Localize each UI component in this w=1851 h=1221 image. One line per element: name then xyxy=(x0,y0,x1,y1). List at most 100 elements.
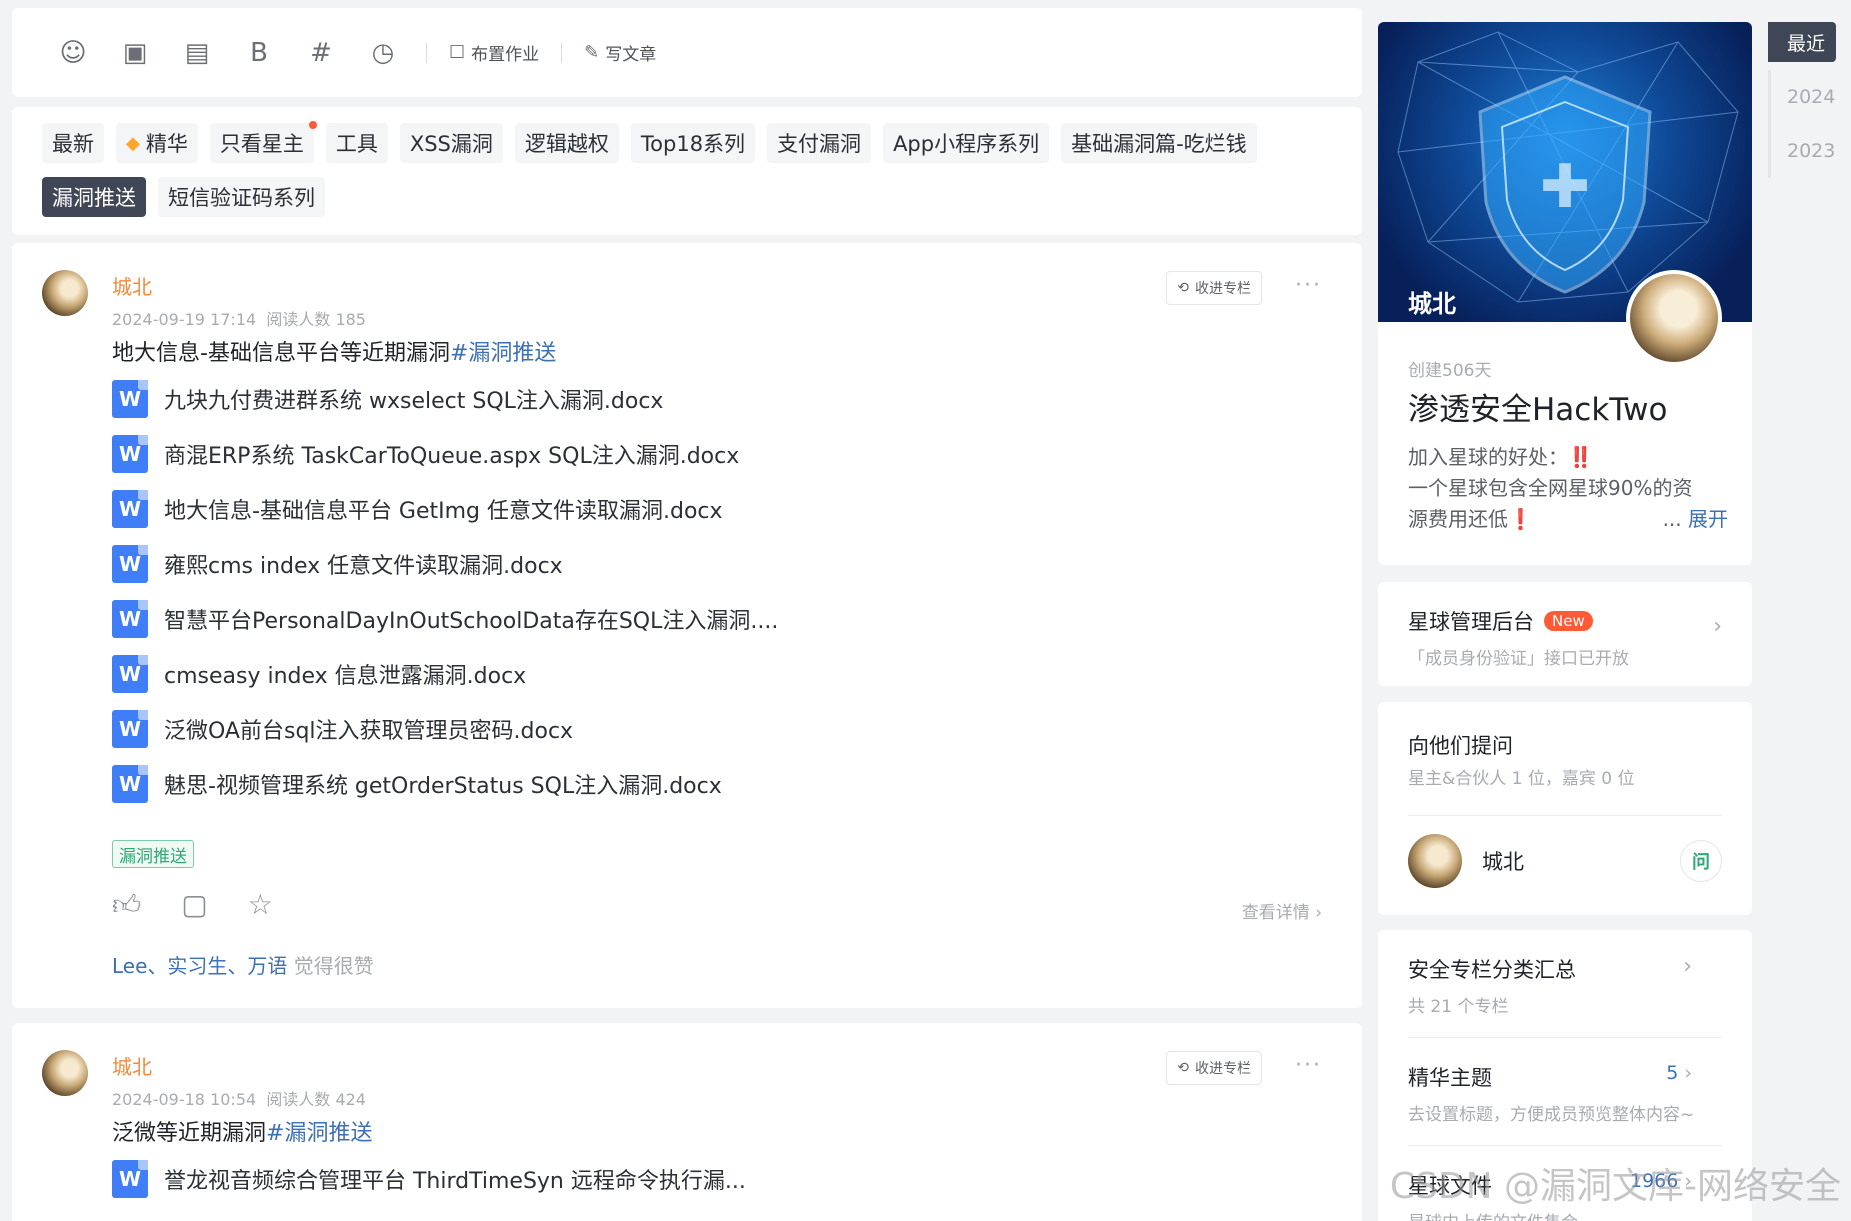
tag-basic[interactable]: 基础漏洞篇-吃烂钱 xyxy=(1061,123,1257,163)
title-text: 泛微等近期漏洞 xyxy=(112,1121,267,1146)
hashtag-link[interactable]: #漏洞推送 xyxy=(266,1121,372,1146)
collect-to-column-button[interactable]: ⟲ 收进专栏 xyxy=(1166,1051,1262,1085)
avatar[interactable] xyxy=(1408,834,1462,888)
tag-xss[interactable]: XSS漏洞 xyxy=(399,123,503,163)
word-doc-icon: W xyxy=(112,599,148,638)
tag-app[interactable]: App小程序系列 xyxy=(883,123,1050,163)
tag-label: 漏洞推送 xyxy=(52,186,136,210)
timeline-2024[interactable]: 2024 xyxy=(1768,70,1836,124)
file-name: 智慧平台PersonalDayInOutSchoolData存在SQL注入漏洞.… xyxy=(164,608,779,634)
created-days: 创建506天 xyxy=(1408,361,1492,381)
author-name[interactable]: 城北 xyxy=(112,271,366,300)
post-title: 泛微等近期漏洞#漏洞推送 xyxy=(112,1115,372,1147)
avatar[interactable] xyxy=(42,1050,88,1096)
comment-icon[interactable]: ▢ xyxy=(181,888,207,922)
tag-tools[interactable]: 工具 xyxy=(325,123,388,163)
tag-featured[interactable]: ◆ 精华 xyxy=(116,123,198,163)
emoji-icon[interactable]: ☺ xyxy=(42,33,104,73)
tag-logic[interactable]: 逻辑越权 xyxy=(514,123,619,163)
tag-owner-only[interactable]: 只看星主 xyxy=(209,121,317,163)
host-row: 城北 问 xyxy=(1408,816,1722,906)
word-doc-icon: W xyxy=(112,764,148,803)
ask-title: 向他们提问 xyxy=(1408,734,1513,758)
file-icon[interactable]: ▤ xyxy=(166,33,228,73)
files-subtitle: 星球内上传的文件集合 xyxy=(1408,1208,1722,1221)
tag-label: 精华 xyxy=(145,132,188,156)
avatar[interactable] xyxy=(42,270,88,316)
exclamation-icon: ❗ xyxy=(1508,507,1533,531)
attachment-item[interactable]: W 誉龙视音频综合管理平台 ThirdTimeSyn 远程命令执行漏... xyxy=(112,1151,746,1206)
tag-label: 只看星主 xyxy=(219,132,304,156)
timer-icon[interactable]: ◷ xyxy=(352,33,414,73)
assign-homework-button[interactable]: ☐ 布置作业 xyxy=(439,33,549,73)
host-name[interactable]: 城北 xyxy=(1482,846,1680,876)
admin-title-text: 星球管理后台 xyxy=(1408,610,1534,634)
liker-names[interactable]: Lee、实习生、万语 xyxy=(112,954,287,978)
hashtag-link[interactable]: #漏洞推送 xyxy=(450,341,556,366)
featured-topics-item[interactable]: 精华主题 去设置标题，方便成员预览整体内容~ 5 › xyxy=(1408,1038,1722,1145)
attachment-item[interactable]: W 九块九付费进群系统 wxselect SQL注入漏洞.docx xyxy=(112,371,778,426)
collect-label: 收进专栏 xyxy=(1195,1061,1251,1077)
ask-subtitle: 星主&合伙人 1 位，嘉宾 0 位 xyxy=(1408,769,1635,789)
tag-vuln-push[interactable]: 漏洞推送 xyxy=(42,177,146,217)
image-icon[interactable]: ▣ xyxy=(104,33,166,73)
write-article-button[interactable]: ✎ 写文章 xyxy=(574,33,666,73)
file-name: 誉龙视音频综合管理平台 ThirdTimeSyn 远程命令执行漏... xyxy=(164,1168,746,1194)
post-date: 2024-09-18 10:54 xyxy=(112,1090,257,1109)
word-doc-icon: W xyxy=(112,709,148,748)
more-icon[interactable]: ··· xyxy=(1295,273,1322,298)
tag-latest[interactable]: 最新 xyxy=(42,123,104,163)
year-timeline: 最近 2024 2023 xyxy=(1768,22,1836,178)
attachment-item[interactable]: W 地大信息-基础信息平台 GetImg 任意文件读取漏洞.docx xyxy=(112,481,778,536)
gem-icon: ◆ xyxy=(126,132,140,154)
tag-label: 最新 xyxy=(52,132,94,156)
post-card: 城北 2024-09-18 10:54 阅读人数 424 ⟲ 收进专栏 ··· … xyxy=(12,1023,1362,1221)
collect-label: 收进专栏 xyxy=(1195,281,1251,297)
collect-to-column-button[interactable]: ⟲ 收进专栏 xyxy=(1166,271,1262,305)
expand-link[interactable]: 展开 xyxy=(1688,507,1728,531)
attachment-list: W 九块九付费进群系统 wxselect SQL注入漏洞.docx W 商混ERP系… xyxy=(112,371,778,811)
likes-suffix: 觉得很赞 xyxy=(287,954,374,978)
bold-icon[interactable]: B xyxy=(228,33,290,73)
more-icon[interactable]: ··· xyxy=(1295,1053,1322,1078)
group-name: 渗透安全HackTwo xyxy=(1408,392,1668,428)
column-summary-item[interactable]: 安全专栏分类汇总 共 21 个专栏 › xyxy=(1408,930,1722,1037)
pen-icon: ✎ xyxy=(584,42,600,63)
attachment-list: W 誉龙视音频综合管理平台 ThirdTimeSyn 远程命令执行漏... xyxy=(112,1151,746,1206)
group-profile-card: ✚ 城北 创建506天 渗透安全HackTwo 加入星球的好处：‼️ 一个星球包… xyxy=(1378,22,1752,565)
likes-summary: Lee、实习生、万语 觉得很赞 xyxy=(112,950,374,979)
word-doc-icon: W xyxy=(112,434,148,473)
attachment-item[interactable]: W 泛微OA前台sql注入获取管理员密码.docx xyxy=(112,701,778,756)
attachment-item[interactable]: W 商混ERP系统 TaskCarToQueue.aspx SQL注入漏洞.doc… xyxy=(112,426,778,481)
attachment-item[interactable]: Wcmseasy index 信息泄露漏洞.docx xyxy=(112,646,778,701)
view-details-link[interactable]: 查看详情 › xyxy=(1242,898,1322,923)
intro-line: 源费用还低 xyxy=(1408,507,1508,531)
post-actions: 👍︎ ▢ ☆ xyxy=(112,888,273,922)
detail-label: 查看详情 xyxy=(1241,903,1310,923)
star-icon[interactable]: ☆ xyxy=(248,888,273,922)
tag-label: Top18系列 xyxy=(640,132,746,156)
column-title: 安全专栏分类汇总 xyxy=(1408,958,1576,982)
banner-owner-name: 城北 xyxy=(1408,290,1456,318)
timeline-2023[interactable]: 2023 xyxy=(1768,124,1836,178)
count-value: 5 xyxy=(1666,1062,1679,1084)
owner-avatar[interactable] xyxy=(1626,270,1722,366)
ask-button[interactable]: 问 xyxy=(1680,840,1722,882)
attachment-item[interactable]: W 雍熙cms index 任意文件读取漏洞.docx xyxy=(112,536,778,591)
attachment-item[interactable]: W 魅思-视频管理系统 getOrderStatus SQL注入漏洞.docx xyxy=(112,756,778,811)
topic-chip[interactable]: 漏洞推送 xyxy=(112,840,194,868)
tag-label: 工具 xyxy=(335,132,378,156)
like-icon[interactable]: 👍︎ xyxy=(112,888,141,922)
tag-payment[interactable]: 支付漏洞 xyxy=(767,123,872,163)
tag-sms[interactable]: 短信验证码系列 xyxy=(158,177,325,217)
word-doc-icon: W xyxy=(112,544,148,583)
tag-label: App小程序系列 xyxy=(893,132,1040,156)
attachment-item[interactable]: W 智慧平台PersonalDayInOutSchoolData存在SQL注入漏洞… xyxy=(112,591,778,646)
hashtag-icon[interactable]: # xyxy=(290,33,352,73)
timeline-recent[interactable]: 最近 xyxy=(1768,22,1836,62)
tag-label: XSS漏洞 xyxy=(409,132,493,156)
author-name[interactable]: 城北 xyxy=(112,1051,366,1080)
tag-top18[interactable]: Top18系列 xyxy=(630,123,756,163)
read-count: 阅读人数 185 xyxy=(266,310,366,329)
admin-console-card[interactable]: 星球管理后台 New 「成员身份验证」接口已开放 › xyxy=(1378,582,1752,686)
